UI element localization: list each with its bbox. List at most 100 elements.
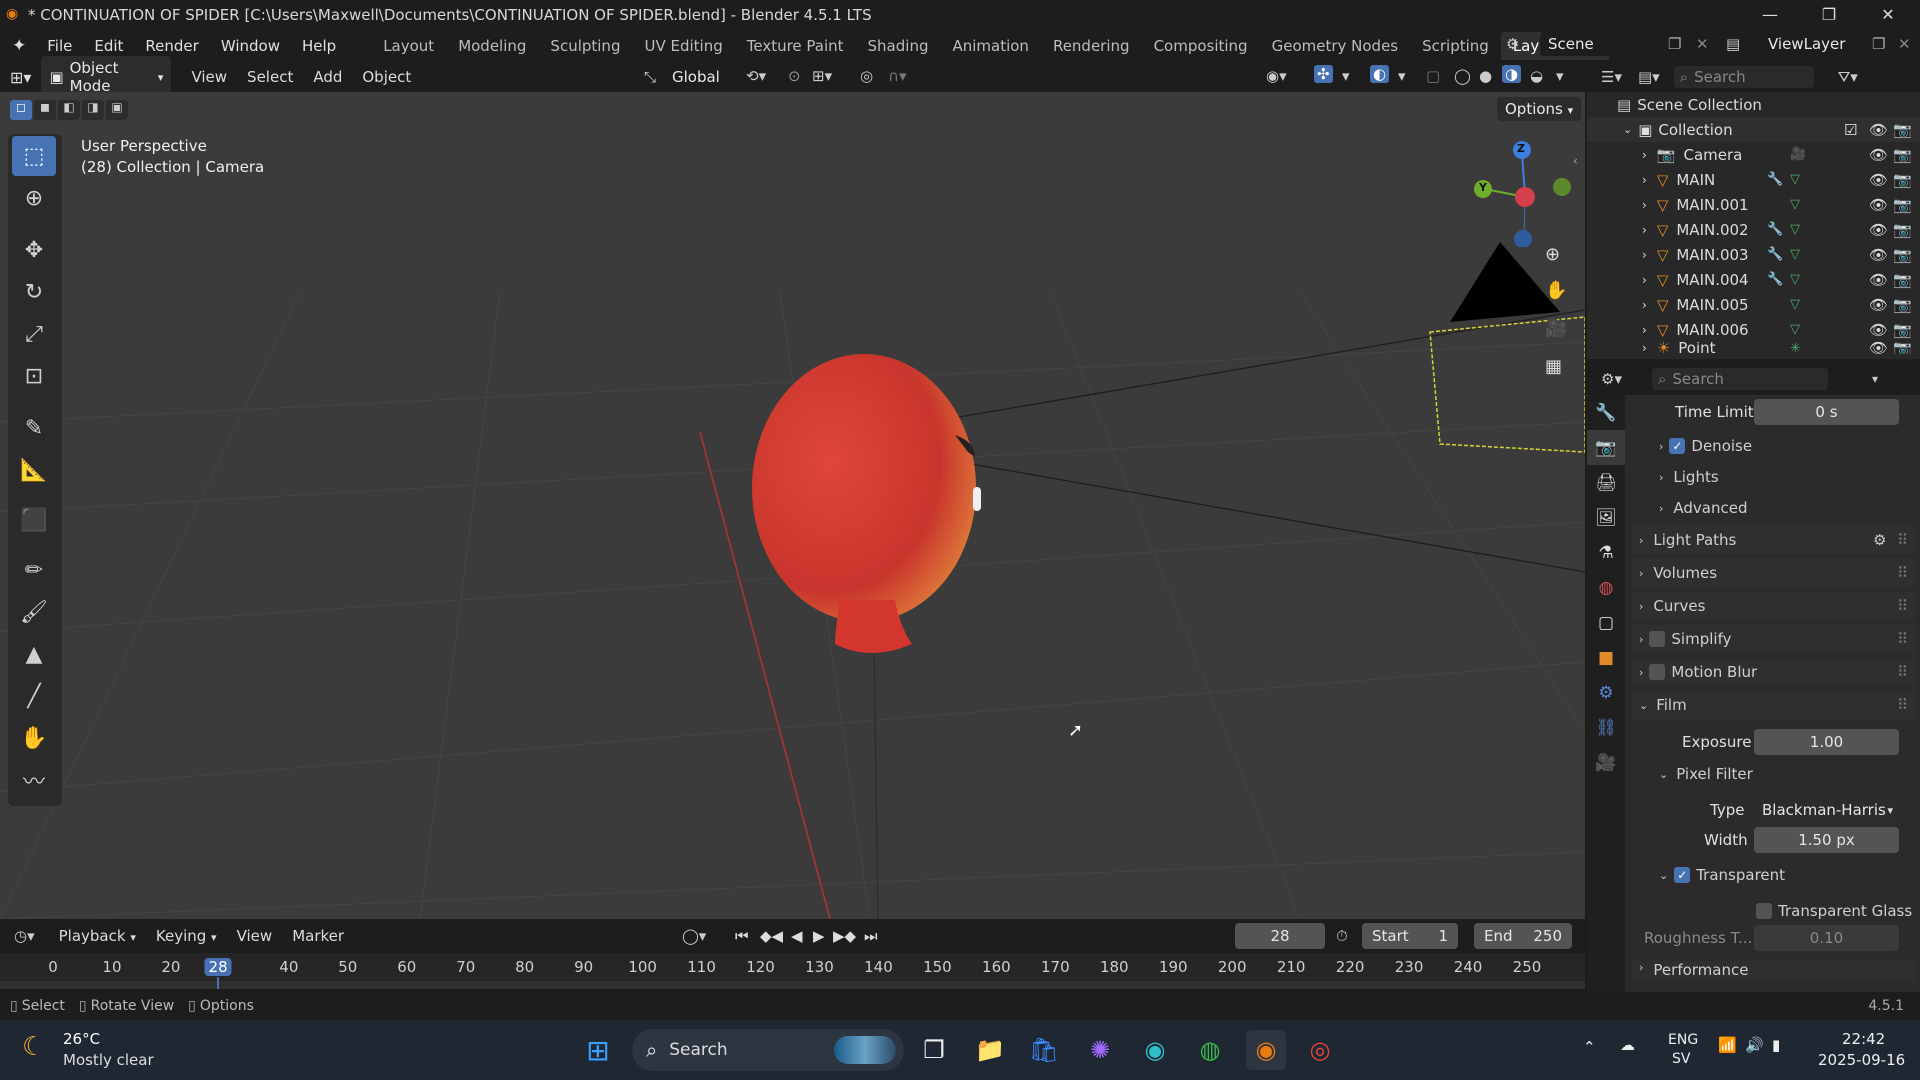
outliner-object-row[interactable]: › ▽ MAIN.003 🔧 ▽ 👁 📷 xyxy=(1587,242,1920,267)
3d-viewport[interactable]: User Perspective (28) Collection | Camer… xyxy=(0,92,1585,919)
transparent-glass-checkbox[interactable] xyxy=(1756,903,1772,919)
modifier-icon[interactable]: 🔧 xyxy=(1767,172,1783,187)
outliner-object-row[interactable]: › 📷 Camera 🎥 👁 📷 xyxy=(1587,142,1920,167)
prev-keyframe-icon[interactable]: ◆◀ xyxy=(760,927,783,945)
chevron-right-icon[interactable]: › xyxy=(1642,298,1647,312)
timeline-editor-icon[interactable]: ◷▾ xyxy=(14,927,35,945)
camera-render-icon[interactable]: 📷 xyxy=(1893,296,1912,314)
ortho-toggle-icon[interactable]: ▦ xyxy=(1545,356,1562,377)
volume-icon[interactable]: 🔊 xyxy=(1745,1036,1764,1054)
fill-tool-icon[interactable]: ▲ xyxy=(12,634,56,674)
camera-render-icon[interactable]: 📷 xyxy=(1893,246,1912,264)
menu-view[interactable]: View xyxy=(181,68,237,86)
modifier-icon[interactable]: 🔧 xyxy=(1767,272,1783,287)
object-tab-icon[interactable]: ■ xyxy=(1587,640,1625,675)
object-data-icon[interactable]: ▽ xyxy=(1790,222,1800,237)
drag-handle-icon[interactable]: ⠿ xyxy=(1897,696,1908,714)
camera-render-icon[interactable]: 📷 xyxy=(1893,271,1912,289)
pan-hand-icon[interactable]: ✋ xyxy=(1545,280,1567,301)
timeline-view-menu[interactable]: View xyxy=(227,927,283,945)
denoise-row[interactable]: › ✓ Denoise xyxy=(1659,432,1920,460)
collection-row[interactable]: ⌄ ▣ Collection ☑ 👁 📷 xyxy=(1587,117,1920,142)
time-limit-field[interactable]: 0 s xyxy=(1754,399,1899,425)
select-new-icon[interactable]: ◻ xyxy=(10,100,32,120)
denoise-checkbox[interactable]: ✓ xyxy=(1669,438,1686,454)
add-cube-tool-icon[interactable]: ⬛ xyxy=(12,500,56,540)
object-data-icon[interactable]: 🎥 xyxy=(1790,147,1806,162)
brush-tool-icon[interactable]: 🖌 xyxy=(12,592,56,632)
play-icon[interactable]: ▶ xyxy=(813,927,825,945)
line-tool-icon[interactable]: ╱ xyxy=(12,676,56,716)
drag-handle-icon[interactable]: ⠿ xyxy=(1897,564,1908,582)
outliner-object-row[interactable]: › ▽ MAIN.001 ▽ 👁 📷 xyxy=(1587,192,1920,217)
shading-wireframe-icon[interactable]: ◯ xyxy=(1454,67,1471,85)
jump-end-icon[interactable]: ⏭ xyxy=(864,927,878,945)
workspace-tab-sculpting[interactable]: Sculpting xyxy=(538,32,632,60)
proportional-editing-icon[interactable]: ◎ xyxy=(860,67,873,85)
chevron-right-icon[interactable]: › xyxy=(1642,198,1647,212)
select-subtract-icon[interactable]: ◧ xyxy=(58,100,80,120)
world-tab-icon[interactable]: ◍ xyxy=(1587,570,1625,605)
eye-icon[interactable]: 👁 xyxy=(1869,271,1888,289)
cursor-tool-icon[interactable]: ⊕ xyxy=(12,178,56,218)
taskbar-search[interactable]: ⌕ Search xyxy=(632,1029,904,1071)
overlay-toggle-icon[interactable]: ◐ xyxy=(1370,65,1390,83)
modifier-icon[interactable]: 🔧 xyxy=(1767,222,1783,237)
wifi-icon[interactable]: 📶 xyxy=(1718,1036,1737,1054)
move-tool-icon[interactable]: ✥ xyxy=(12,230,56,270)
eye-icon[interactable]: 👁 xyxy=(1869,196,1888,214)
playback-menu[interactable]: Playback ▾ xyxy=(49,927,146,945)
data-tab-icon[interactable]: 🎥 xyxy=(1587,745,1625,780)
output-tab-icon[interactable]: 🖨 xyxy=(1587,465,1625,500)
viewlayer-field[interactable]: ViewLayer xyxy=(1760,32,1870,56)
motion-blur-checkbox[interactable] xyxy=(1649,664,1666,680)
show-hidden-icons[interactable]: ⌃ xyxy=(1583,1038,1596,1056)
copilot-icon[interactable]: ✺ xyxy=(1080,1030,1120,1070)
workspace-tab-texture-paint[interactable]: Texture Paint xyxy=(735,32,856,60)
camera-render-icon[interactable]: 📷 xyxy=(1893,221,1912,239)
object-data-icon[interactable]: ▽ xyxy=(1790,247,1800,262)
smooth-tool-icon[interactable]: 〰 xyxy=(12,760,56,800)
workspace-tab-compositing[interactable]: Compositing xyxy=(1142,32,1260,60)
eye-icon[interactable]: 👁 xyxy=(1869,246,1888,264)
workspace-tab-modeling[interactable]: Modeling xyxy=(446,32,538,60)
chevron-down-icon[interactable]: ▾ xyxy=(1872,372,1878,386)
curves-panel[interactable]: › Curves ⠿ xyxy=(1633,592,1915,620)
camera-render-icon[interactable]: 📷 xyxy=(1893,171,1912,189)
menu-file[interactable]: File xyxy=(36,37,83,55)
file-explorer-icon[interactable]: 📁 xyxy=(970,1030,1010,1070)
scale-tool-icon[interactable]: ⤢ xyxy=(12,314,56,354)
blender-taskbar-icon[interactable]: ◉ xyxy=(1246,1030,1286,1070)
view-layer-tab-icon[interactable]: 🖼 xyxy=(1587,500,1625,535)
chevron-right-icon[interactable]: › xyxy=(1642,248,1647,262)
start-button-icon[interactable]: ⊞ xyxy=(578,1030,618,1070)
workspace-tab-layout[interactable]: Layout xyxy=(371,32,446,60)
object-data-icon[interactable]: ▽ xyxy=(1790,322,1800,337)
menu-select[interactable]: Select xyxy=(237,68,303,86)
chevron-right-icon[interactable]: › xyxy=(1642,173,1647,187)
zoom-icon[interactable]: ⊕ xyxy=(1545,244,1560,265)
eye-icon[interactable]: 👁 xyxy=(1869,146,1888,164)
clock-time[interactable]: 22:42 xyxy=(1842,1030,1885,1048)
menu-window[interactable]: Window xyxy=(210,37,291,55)
transform-orientation-dropdown[interactable]: Global xyxy=(664,65,734,89)
transparent-glass-row[interactable]: Transparent Glass xyxy=(1756,897,1920,925)
language-bottom[interactable]: SV xyxy=(1672,1051,1690,1067)
simplify-panel[interactable]: › Simplify ⠿ xyxy=(1633,625,1915,653)
gizmo-toggle-icon[interactable]: ✣ xyxy=(1314,65,1333,83)
blender-menu-icon[interactable]: ✦ xyxy=(12,36,26,56)
keying-menu[interactable]: Keying ▾ xyxy=(146,927,227,945)
shading-material-icon[interactable]: ◑ xyxy=(1502,65,1522,83)
eye-icon[interactable]: 👁 xyxy=(1869,121,1888,139)
eye-icon[interactable]: 👁 xyxy=(1869,171,1888,189)
weather-moon-icon[interactable]: ☾ xyxy=(22,1032,45,1062)
new-scene-icon[interactable]: ❐ xyxy=(1668,35,1681,53)
object-data-icon[interactable]: ▽ xyxy=(1790,272,1800,287)
select-intersect-icon[interactable]: ▣ xyxy=(106,100,128,120)
scene-field[interactable]: Scene xyxy=(1540,32,1660,56)
menu-edit[interactable]: Edit xyxy=(83,37,134,55)
workspace-tab-uv-editing[interactable]: UV Editing xyxy=(632,32,734,60)
marker-menu[interactable]: Marker xyxy=(282,927,354,945)
scene-collection-row[interactable]: ▤ Scene Collection xyxy=(1587,92,1920,117)
measure-tool-icon[interactable]: 📐 xyxy=(12,450,56,490)
